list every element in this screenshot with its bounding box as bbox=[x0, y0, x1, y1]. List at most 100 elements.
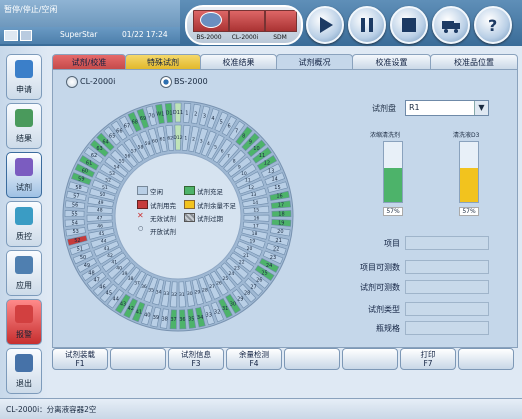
outer-ring-slot-label: 40 bbox=[144, 313, 150, 319]
outer-ring-slot-label: 50 bbox=[80, 255, 86, 261]
instrument-status-panel[interactable]: BS-2000 CL-2000i SDM bbox=[185, 5, 303, 45]
function-key-3[interactable]: 试剂信息 F3 bbox=[168, 348, 224, 370]
outer-ring-slot-label: 46 bbox=[99, 284, 105, 290]
inner-ring-slot-label: 40 bbox=[116, 265, 122, 271]
outer-ring-slot-label: 44 bbox=[113, 296, 119, 302]
outer-ring-slot-label: 29 bbox=[237, 296, 243, 302]
inner-ring-slot-label: 14 bbox=[252, 200, 258, 206]
outer-ring-slot-label: 58 bbox=[75, 185, 81, 191]
function-key-shortcut: F4 bbox=[249, 359, 259, 368]
outer-ring-slot-label: 61 bbox=[86, 161, 92, 167]
inner-ring-slot-label: 21 bbox=[243, 253, 249, 259]
function-key-8[interactable] bbox=[458, 348, 514, 370]
system-status-text: 暂停/停止/空闲 bbox=[4, 5, 58, 14]
exit-icon bbox=[15, 354, 33, 372]
inner-ring-slot-label: D12 bbox=[173, 135, 182, 141]
sidebar-item-3[interactable]: 质控 bbox=[6, 201, 42, 247]
outer-ring-slot-label: 14 bbox=[271, 177, 277, 183]
inner-ring-slot-label: 18 bbox=[252, 231, 258, 237]
sidebar-item-label: 试剂 bbox=[16, 183, 32, 192]
user-name: SuperStar bbox=[60, 30, 98, 39]
stop-button[interactable] bbox=[390, 6, 428, 44]
start-button[interactable] bbox=[306, 6, 344, 44]
tab-4[interactable]: 校准设置 bbox=[352, 54, 431, 70]
outer-ring-slot-label: 51 bbox=[77, 246, 83, 252]
help-button[interactable]: ? bbox=[474, 6, 512, 44]
inner-ring-slot-label: 4 bbox=[207, 141, 210, 147]
outer-ring-slot-label: 15 bbox=[274, 185, 280, 191]
outer-ring-slot-label: 23 bbox=[270, 255, 276, 261]
instrument-label: BS-2000 bbox=[196, 34, 222, 41]
inner-ring-slot-label: 35 bbox=[148, 287, 154, 293]
transport-button[interactable] bbox=[432, 6, 470, 44]
module-radio-bs2000[interactable] bbox=[160, 76, 172, 88]
inner-ring-slot-label: 49 bbox=[98, 200, 104, 206]
inner-ring-slot-label: 39 bbox=[122, 271, 128, 277]
inner-ring-slot-label: 48 bbox=[97, 208, 103, 214]
inner-ring-slot-label: 45 bbox=[99, 231, 105, 237]
outer-ring-slot-label: 10 bbox=[253, 146, 259, 152]
disk-select[interactable]: R1 ▼ bbox=[405, 100, 489, 116]
info-field-value bbox=[405, 321, 489, 335]
inner-ring-slot-label: 10 bbox=[241, 171, 247, 177]
legend-label-low: 试剂余量不足 bbox=[197, 202, 236, 210]
tab-1[interactable]: 特殊试剂 bbox=[125, 54, 201, 70]
function-key-shortcut: F7 bbox=[423, 359, 433, 368]
invalid-x-icon: ✕ bbox=[137, 211, 144, 220]
info-field-label: 项目 bbox=[384, 239, 400, 248]
refresh-icon bbox=[200, 12, 222, 28]
footer-message: CL-2000i：分离液容器2空 bbox=[6, 405, 97, 414]
function-key-5[interactable] bbox=[284, 348, 340, 370]
outer-ring-slot-label: 67 bbox=[124, 124, 130, 130]
printer-icon bbox=[20, 30, 32, 41]
inner-ring-slot-label: 58 bbox=[138, 145, 144, 151]
legend-swatch-expired bbox=[184, 213, 195, 222]
function-key-7[interactable]: 打印 F7 bbox=[400, 348, 456, 370]
inner-ring-slot-label: 38 bbox=[128, 276, 134, 282]
inner-ring-slot-label: 22 bbox=[239, 259, 245, 265]
inner-ring-slot-label: 19 bbox=[250, 239, 256, 245]
chevron-down-icon[interactable]: ▼ bbox=[474, 101, 488, 115]
function-key-1[interactable]: 试剂装载 F1 bbox=[52, 348, 108, 370]
tab-5[interactable]: 校准品位置 bbox=[430, 54, 518, 70]
sidebar-item-2[interactable]: 试剂 bbox=[6, 152, 42, 198]
inner-ring-slot-label: 55 bbox=[119, 159, 125, 165]
status-footer: CL-2000i：分离液容器2空 bbox=[0, 398, 522, 419]
sidebar-item-5[interactable]: 报警 bbox=[6, 299, 42, 345]
tab-2[interactable]: 校准结果 bbox=[200, 54, 277, 70]
function-key-label: 试剂信息 bbox=[181, 350, 211, 359]
outer-ring-slot-label: 31 bbox=[222, 306, 228, 312]
inner-ring-slot-label: 15 bbox=[253, 208, 259, 214]
outer-ring-slot-label: 28 bbox=[244, 291, 250, 297]
sidebar-item-1[interactable]: 结果 bbox=[6, 103, 42, 149]
info-field-label: 试剂类型 bbox=[368, 305, 400, 314]
tab-0[interactable]: 试剂/校准 bbox=[52, 54, 126, 70]
function-key-6[interactable] bbox=[342, 348, 398, 370]
legend-swatch-used bbox=[137, 200, 148, 209]
inner-ring-slot-label: 30 bbox=[187, 291, 193, 297]
outer-ring-slot-label: 66 bbox=[116, 128, 122, 134]
inner-ring-slot-label: 8 bbox=[233, 159, 236, 165]
function-key-2[interactable] bbox=[110, 348, 166, 370]
sidebar-item-4[interactable]: 应用 bbox=[6, 250, 42, 296]
legend-swatch-full bbox=[184, 186, 195, 195]
outer-ring-slot-label: 22 bbox=[273, 246, 279, 252]
inner-ring-slot-label: 25 bbox=[223, 276, 229, 282]
outer-ring-slot-label: 59 bbox=[78, 177, 84, 183]
level-fill bbox=[384, 167, 402, 202]
pause-button[interactable] bbox=[348, 6, 386, 44]
sidebar-item-label: 质控 bbox=[16, 232, 32, 241]
inner-ring-slot-label: 56 bbox=[125, 153, 131, 159]
outer-ring-slot-label: 11 bbox=[259, 153, 265, 159]
outer-ring-slot-label: 13 bbox=[268, 168, 274, 174]
wash-solution-level bbox=[459, 141, 479, 203]
outer-ring-slot-label: 17 bbox=[278, 203, 284, 209]
function-key-4[interactable]: 余量检测 F4 bbox=[226, 348, 282, 370]
inner-ring-slot-label: 17 bbox=[253, 223, 259, 229]
sidebar-item-6[interactable]: 退出 bbox=[6, 348, 42, 394]
computer-icon bbox=[4, 30, 18, 41]
function-key-shortcut: F3 bbox=[191, 359, 201, 368]
wash-concentrate-level bbox=[383, 141, 403, 203]
sidebar-item-0[interactable]: 申请 bbox=[6, 54, 42, 100]
module-radio-cl2000i[interactable] bbox=[66, 76, 78, 88]
